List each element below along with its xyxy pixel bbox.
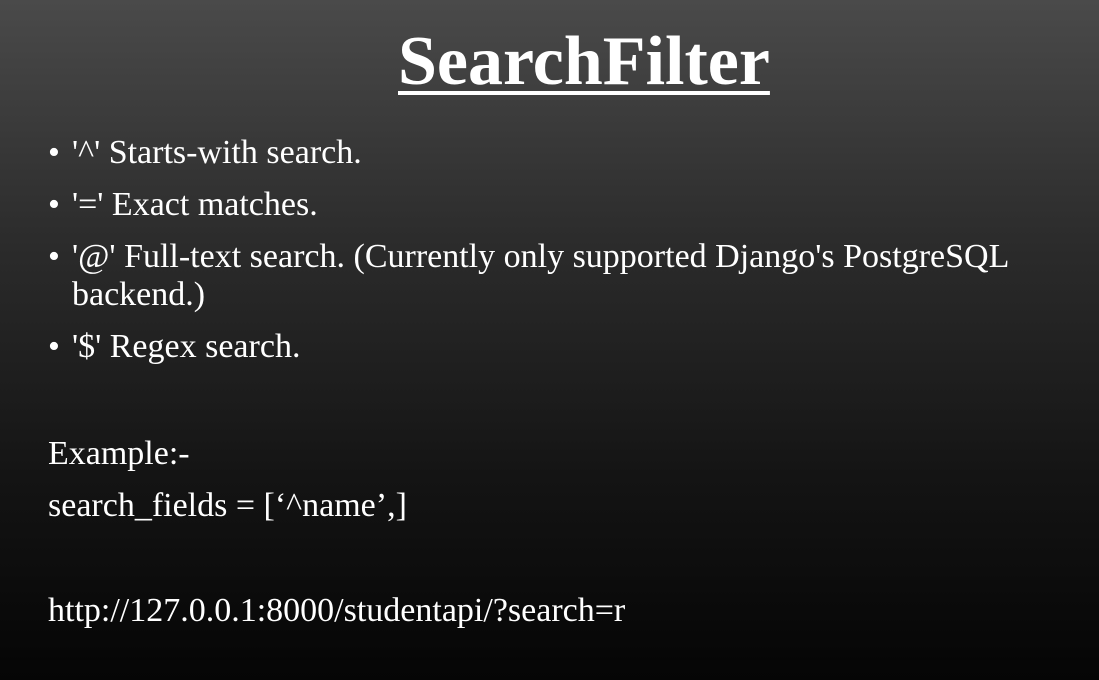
bullet-text: '$' Regex search. — [72, 328, 301, 365]
bullet-text: '=' Exact matches. — [72, 186, 318, 223]
slide: SearchFilter • '^' Starts-with search. •… — [0, 0, 1099, 680]
bullet-icon: • — [48, 238, 60, 275]
bullet-text: '@' Full-text search. (Currently only su… — [72, 238, 1009, 313]
bullet-icon: • — [48, 186, 60, 223]
bullet-item-full-text: • '@' Full-text search. (Currently only … — [48, 238, 1078, 314]
bullet-item-starts-with: • '^' Starts-with search. — [48, 134, 1078, 172]
slide-title: SearchFilter — [398, 23, 770, 100]
example-code: search_fields = [‘^name’,] — [48, 487, 407, 524]
example-url: http://127.0.0.1:8000/studentapi/?search… — [48, 592, 626, 629]
bullet-text: '^' Starts-with search. — [72, 134, 362, 171]
bullet-list: • '^' Starts-with search. • '=' Exact ma… — [48, 134, 1078, 380]
bullet-icon: • — [48, 134, 60, 171]
bullet-icon: • — [48, 328, 60, 365]
example-label: Example:- — [48, 435, 190, 472]
bullet-item-exact: • '=' Exact matches. — [48, 186, 1078, 224]
bullet-item-regex: • '$' Regex search. — [48, 328, 1078, 366]
